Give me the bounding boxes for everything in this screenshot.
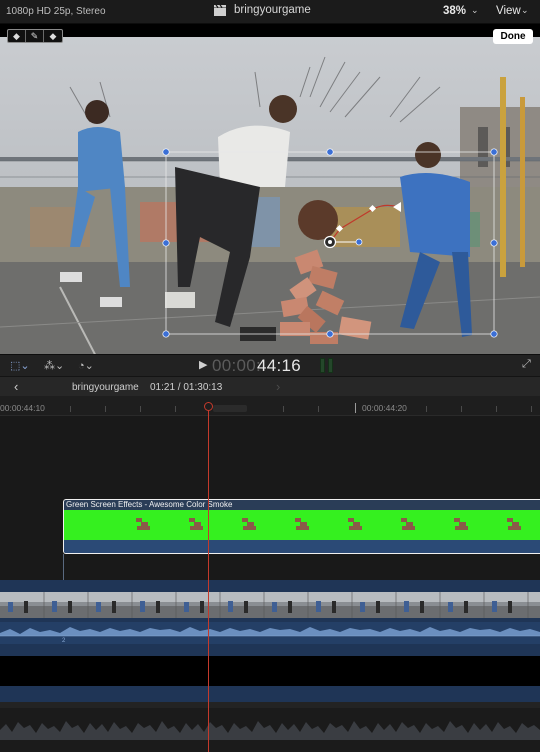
select-tool-icon[interactable]: ⁂⌄: [44, 359, 64, 372]
green-screen-clip[interactable]: Green Screen Effects - Awesome Color Smo…: [63, 499, 540, 554]
playhead-handle[interactable]: [204, 402, 213, 411]
ruler-tick: [318, 406, 319, 412]
done-button[interactable]: Done: [493, 29, 533, 44]
arrow-left-icon[interactable]: ◆: [8, 30, 26, 42]
project-title: bringyourgame: [214, 4, 311, 16]
audio-track-header: [0, 686, 540, 702]
clip-appearance-icon[interactable]: ⬚⌄: [10, 359, 30, 372]
zoom-chevron-icon[interactable]: ⌄: [471, 5, 479, 16]
connection-line: [63, 554, 64, 582]
playhead[interactable]: [208, 402, 209, 752]
format-label: 1080p HD 25p, Stereo: [6, 6, 106, 17]
primary-storyline-clip[interactable]: 2: [0, 580, 540, 656]
empty-track: [0, 656, 540, 686]
ruler-tick: [70, 406, 71, 412]
video-filmstrip: [0, 592, 540, 618]
audio-meters[interactable]: [320, 358, 333, 373]
project-name: bringyourgame: [234, 4, 311, 16]
onscreen-controls: ◆ ✎ ◆: [7, 29, 63, 43]
back-arrow-icon[interactable]: ‹: [14, 379, 18, 394]
video-frame[interactable]: [0, 37, 540, 354]
brick-thumbnails: [136, 518, 521, 530]
ruler-tick: [496, 406, 497, 412]
ruler-label-right: 00:00:44:20: [355, 403, 407, 413]
timeline-toolbar: ⬚⌄ ⁂⌄ ◔⌄ ▶ 00:00: 44:16 ⤢: [0, 354, 540, 376]
expand-icon[interactable]: ⤢: [522, 358, 531, 371]
timeline-duration: 01:21 / 01:30:13: [150, 382, 223, 393]
ruler-tick: [175, 406, 176, 412]
zoom-menu[interactable]: 38%: [443, 5, 466, 17]
pen-tool-icon[interactable]: ✎: [26, 30, 44, 42]
timeline-nav: ‹ bringyourgame 01:21 / 01:30:13 ›: [0, 376, 540, 396]
ruler-tick: [140, 406, 141, 412]
play-button[interactable]: ▶: [199, 358, 207, 371]
view-chevron-icon[interactable]: ⌄: [521, 5, 529, 16]
timecode-display[interactable]: 44:16: [257, 356, 301, 376]
ruler-tick: [531, 406, 532, 412]
audio-waveform: 2: [0, 622, 540, 644]
arrow-right-icon[interactable]: ◆: [44, 30, 62, 42]
ruler-label-left: 00:00:44:10: [0, 403, 45, 413]
ruler-tick: [105, 406, 106, 412]
view-menu[interactable]: View: [496, 5, 521, 17]
timecode-prefix: 00:00:: [212, 356, 262, 375]
ruler-tick: [426, 406, 427, 412]
speed-gauge-icon[interactable]: ◔⌄: [78, 359, 94, 372]
secondary-audio-waveform: [0, 708, 540, 752]
clip-audio-bar: [64, 540, 540, 553]
forward-arrow-icon[interactable]: ›: [276, 379, 280, 394]
viewer: ◆ ✎ ◆ Done: [0, 24, 540, 354]
timeline-ruler[interactable]: 00:00:44:10 00:00:44:20: [0, 396, 540, 416]
ruler-tick: [283, 406, 284, 412]
ruler-range: [213, 405, 247, 412]
ruler-tick: [461, 406, 462, 412]
viewer-top-bar: 1080p HD 25p, Stereo bringyourgame 38% ⌄…: [0, 0, 540, 24]
timeline-body[interactable]: Green Screen Effects - Awesome Color Smo…: [0, 416, 540, 752]
clip-filmstrip: [64, 510, 540, 540]
clapper-icon: [214, 4, 226, 16]
timeline-project-name: bringyourgame: [72, 382, 139, 393]
